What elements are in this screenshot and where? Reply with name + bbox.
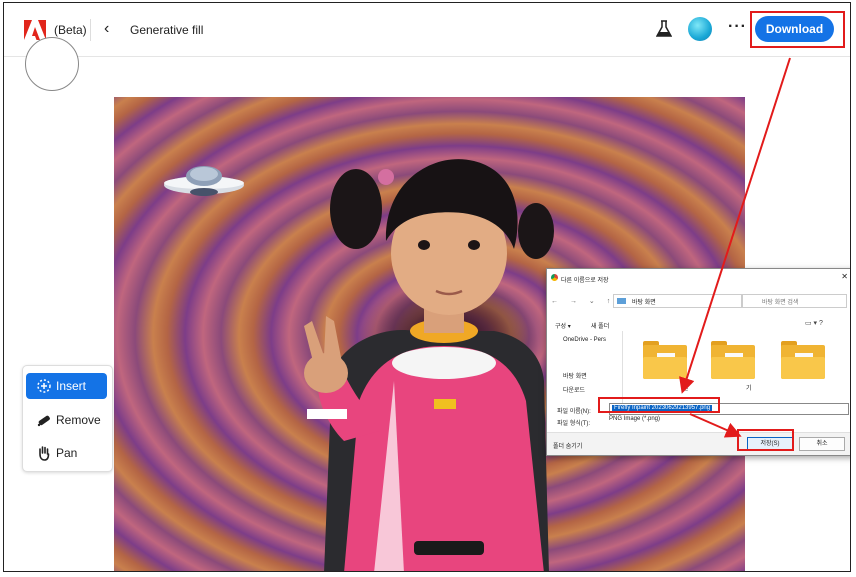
header-divider: [90, 19, 91, 41]
address-bar[interactable]: 바탕 화면: [613, 294, 743, 308]
pan-tool-button[interactable]: Pan: [26, 440, 107, 466]
insert-tool-label: Insert: [56, 379, 87, 393]
tree-item-downloads[interactable]: 다운로드: [563, 385, 585, 394]
folder-icon[interactable]: [781, 341, 825, 379]
dialog-footer: 폴더 숨기기 저장(S) 취소: [547, 432, 850, 455]
insert-icon: [37, 379, 51, 393]
navigation-pane: OneDrive - Pers 바탕 화면 다운로드: [547, 331, 623, 403]
view-options-icon[interactable]: ▭ ▾ ?: [805, 319, 823, 327]
tree-item-onedrive[interactable]: OneDrive - Pers: [563, 337, 606, 343]
organize-menu[interactable]: 구성 ▾: [555, 321, 571, 330]
avatar[interactable]: [688, 17, 712, 41]
ufo-image: [164, 166, 244, 196]
more-options-icon[interactable]: ···: [728, 18, 747, 36]
search-placeholder: 바탕 화면 검색: [762, 300, 799, 306]
insert-tool-button[interactable]: Insert: [26, 373, 107, 399]
filename-label: 파일 이름(N):: [557, 409, 591, 415]
adobe-logo-icon[interactable]: [24, 20, 46, 40]
brush-cursor-indicator: [25, 37, 79, 91]
folder-icon[interactable]: [643, 341, 687, 379]
save-as-dialog: 다른 이름으로 저장 ✕ ← → ⌄ ↑ 바탕 화면 바탕 화면 검색 구성 ▾…: [546, 268, 850, 456]
nav-arrows-icon[interactable]: ← → ⌄ ↑: [551, 297, 615, 305]
filename-highlight-box: [598, 397, 720, 413]
download-highlight-box: [750, 11, 845, 48]
chrome-icon: [551, 274, 558, 281]
folder-label: 한: [683, 386, 689, 392]
hide-folders-toggle[interactable]: 폴더 숨기기: [553, 441, 582, 450]
hand-icon: [39, 446, 50, 461]
dialog-title: 다른 이름으로 저장: [561, 278, 609, 284]
filetype-label: 파일 형식(T):: [557, 421, 591, 427]
address-path: 바탕 화면: [632, 300, 656, 306]
page-title: Generative fill: [130, 23, 204, 37]
folder-label: 기: [746, 386, 752, 392]
tree-item-desktop[interactable]: 바탕 화면: [563, 371, 587, 380]
flask-icon[interactable]: [656, 20, 672, 38]
beta-label: (Beta): [54, 23, 87, 37]
save-highlight-box: [737, 429, 794, 451]
search-input[interactable]: 바탕 화면 검색: [741, 294, 847, 308]
filetype-select[interactable]: PNG Image (*.png): [609, 416, 660, 422]
cancel-button[interactable]: 취소: [799, 437, 845, 451]
top-bar: (Beta) ‹ Generative fill ··· Download: [4, 3, 850, 57]
new-folder-button[interactable]: 새 폴더: [591, 321, 609, 330]
folder-icon[interactable]: [711, 341, 755, 379]
back-chevron-icon[interactable]: ‹: [104, 20, 109, 38]
app-window: (Beta) ‹ Generative fill ··· Download In…: [3, 2, 851, 572]
remove-tool-button[interactable]: Remove: [26, 407, 107, 433]
remove-icon: [37, 415, 50, 427]
close-icon[interactable]: ✕: [841, 272, 848, 281]
desktop-folder-icon: [617, 298, 626, 304]
remove-tool-label: Remove: [56, 413, 101, 427]
pan-tool-label: Pan: [56, 446, 78, 460]
tool-panel: Insert Remove Pan: [22, 365, 113, 472]
